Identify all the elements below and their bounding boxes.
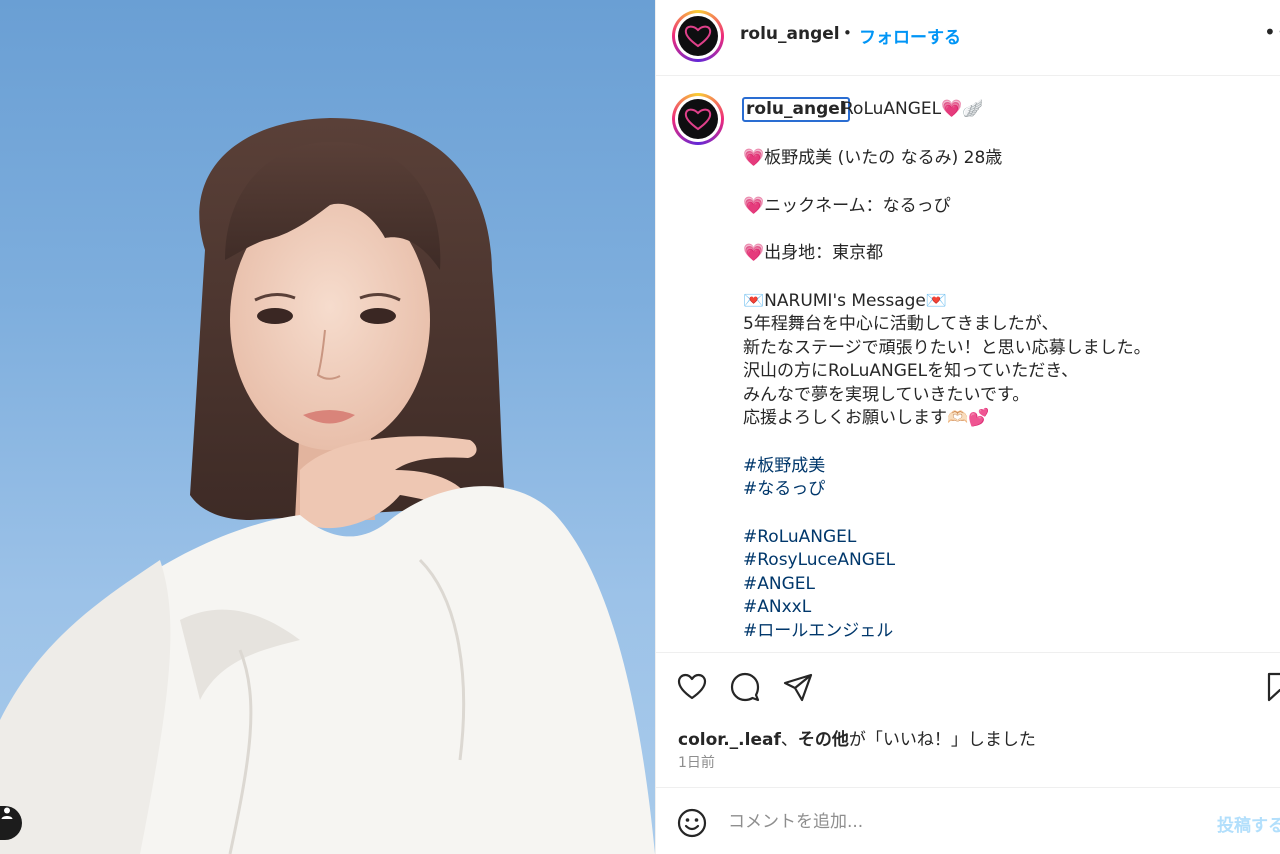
caption-line: 💗板野成美 (いたの なるみ) 28歳 <box>743 148 1003 168</box>
caption-line: 💗ニックネーム：なるっぴ <box>743 195 951 216</box>
post-timestamp[interactable]: 1日前 <box>678 752 715 772</box>
heart-logo-icon <box>684 108 712 131</box>
caption-line: 沢山の方にRoLuANGELを知っていただき、 <box>743 361 1079 381</box>
likes-separator: 、 <box>780 730 798 750</box>
caption-line: 新たなステージで頑張りたい！と思い応募しました。 <box>743 337 1151 358</box>
avatar[interactable] <box>672 10 724 62</box>
follow-button[interactable]: フォローする <box>859 23 961 48</box>
likes-summary: color._.leaf、その他が「いいね！」しました <box>678 725 1036 750</box>
caption-line: 💌NARUMI's Message💌 <box>743 290 948 311</box>
caption-line: 5年程舞台を中心に活動してきましたが、 <box>743 314 1059 334</box>
send-icon[interactable] <box>782 671 814 703</box>
caption-area: rolu_angel RoLuANGEL💗🪽 💗板野成美 (いたの なるみ) 2… <box>656 77 1280 652</box>
comment-icon[interactable] <box>729 671 761 703</box>
header-username[interactable]: rolu_angel <box>740 24 840 44</box>
post-header: rolu_angel • フォローする •• <box>656 0 1280 76</box>
caption-avatar[interactable] <box>672 93 724 145</box>
caption-line: みんなで夢を実現していきたいです。 <box>743 384 1030 405</box>
bookmark-icon[interactable] <box>1264 671 1280 703</box>
heart-logo-icon <box>684 25 712 48</box>
caption-line: 💗出身地：東京都 <box>743 243 884 263</box>
caption-line: 応援よろしくお願いします🫶🏻💕 <box>743 408 990 428</box>
liked-by-others[interactable]: その他 <box>798 730 849 750</box>
post-photo[interactable] <box>0 0 655 854</box>
hashtag-link[interactable]: #ANxxL <box>743 596 1263 620</box>
comment-input[interactable] <box>728 808 1188 836</box>
more-options-icon[interactable]: •• <box>1264 20 1280 44</box>
liked-by-user[interactable]: color._.leaf <box>678 730 781 750</box>
portrait-illustration <box>0 118 655 854</box>
post-details-panel: rolu_angel • フォローする •• rolu_angel RoLuAN… <box>655 0 1280 854</box>
caption-username[interactable]: rolu_angel <box>742 97 850 122</box>
action-bar: color._.leaf、その他が「いいね！」しました 1日前 <box>656 652 1280 787</box>
likes-suffix: が「いいね！」しました <box>848 730 1036 750</box>
smiley-icon[interactable] <box>676 807 708 839</box>
comment-bar: 投稿する <box>656 787 1280 854</box>
hashtag-link[interactable]: #ANGEL <box>743 573 1263 597</box>
hashtag-link[interactable]: #RosyLuceANGEL <box>743 549 1263 573</box>
caption-fade <box>656 638 1280 652</box>
hashtag-link[interactable]: #なるっぴ <box>743 478 1263 502</box>
post-comment-button[interactable]: 投稿する <box>1217 811 1280 836</box>
separator-dot: • <box>843 24 852 42</box>
caption-text: 💗板野成美 (いたの なるみ) 28歳 💗ニックネーム：なるっぴ 💗出身地：東京都 💌… <box>743 147 1263 643</box>
hashtag-link[interactable]: #RoLuANGEL <box>743 526 1263 550</box>
heart-icon[interactable] <box>676 671 708 703</box>
caption-title: RoLuANGEL💗🪽 <box>842 99 984 119</box>
hashtag-link[interactable]: #板野成美 <box>743 455 1263 479</box>
